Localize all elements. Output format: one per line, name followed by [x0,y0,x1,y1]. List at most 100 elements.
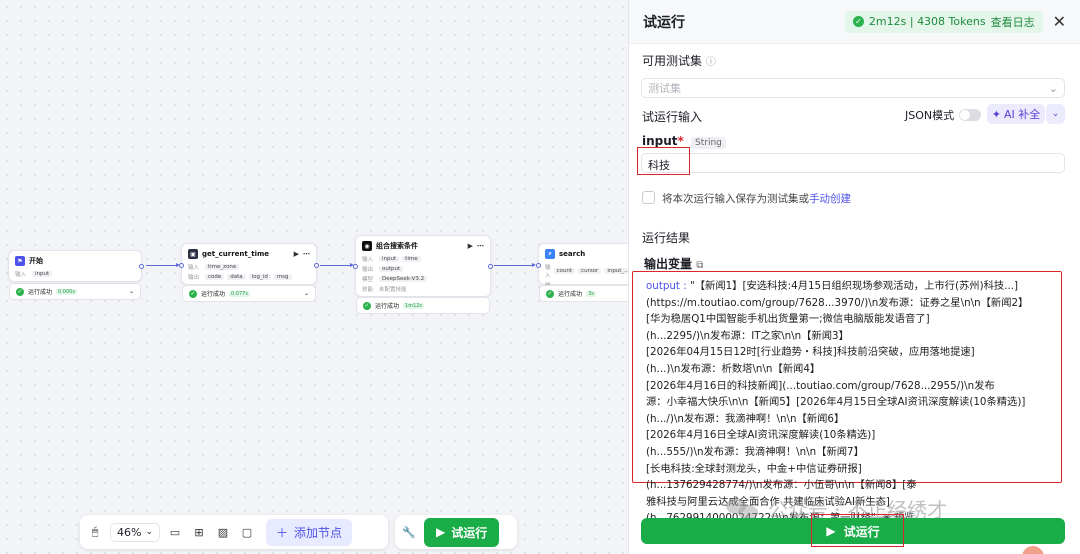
output-port[interactable] [488,264,493,269]
flag-icon: ⚑ [15,256,25,266]
node-combine-search[interactable]: ◉ 组合搜索条件 ▶ ⋯ 输入 input time 输出 output 模型 … [353,235,493,314]
ai-fill-button[interactable]: ✦ AI 补全 [987,104,1045,124]
node-status[interactable]: ✓ 运行成功 0.000s ⌄ [9,283,141,300]
test-set-label: 可用测试集 ⓘ [642,52,716,69]
image-icon[interactable]: ▨ [214,523,232,541]
output-port[interactable] [139,264,144,269]
node-start[interactable]: ⚑ 开始 输入 input ✓ 运行成功 0.000s ⌄ [8,250,144,300]
param-tag: code [205,274,225,280]
model-tag: DeepSeek-V3.2 [379,276,428,282]
save-test-set-checkbox[interactable] [642,191,655,204]
row-label: 输出 [188,275,200,281]
node-title: search [559,250,586,258]
save-text: 将本次运行输入保存为测试集或 [662,193,809,205]
output-line: [华为稳居Q1中国智能手机出货量第一;微信电脑版能发语音了] [646,313,930,326]
node-title: 开始 [29,257,43,265]
row-label: 输入 [188,265,200,271]
sparkle-icon: ✦ [991,107,1001,121]
node-status[interactable]: ✓ 运行成功 0.077s ⌄ [182,285,316,302]
check-icon: ✓ [189,289,197,298]
output-line: [2026年4月16日全球AI资讯深度解读(10条精选)] [646,429,876,442]
output-var-text: 输出变量 [644,257,693,271]
ai-fill-label: AI 补全 [1003,108,1041,121]
param-tag: log_id [248,274,271,280]
node-get-current-time[interactable]: ▣ get_current_time ▶ ⋯ 输入 time_zone 输出 c… [179,243,319,302]
output-key: output : [646,280,687,292]
mouse-icon[interactable]: 🖱 [86,523,104,541]
run-status-badge: ✓ 2m12s | 4308 Tokens 查看日志 [844,10,1043,33]
input-param-label: input* String [642,134,726,149]
plugin-icon: ▣ [188,249,198,259]
status-text: 运行成功 [28,289,53,296]
input-name: input [642,134,678,148]
output-var-label: 输出变量 ⧉ [644,255,703,272]
output-port[interactable] [314,263,319,268]
test-set-label-text: 可用测试集 [642,54,703,68]
run-toolbar: 🔧 ▶ 试运行 [395,515,517,549]
param-tag: count [553,268,576,274]
manual-create-link[interactable]: 手动创建 [809,193,851,205]
info-icon[interactable]: ⓘ [706,57,716,68]
json-mode-switch[interactable] [959,109,982,121]
node-title: get_current_time [202,250,270,258]
output-line: (h...555/)\n发布源：我滴神啊！\n\n【新闻7】 [646,445,864,458]
close-icon[interactable]: ✕ [1053,12,1066,31]
required-mark: * [677,134,684,148]
zoom-select[interactable]: 46% ⌄ [110,522,160,542]
param-tag: cursor [578,268,602,274]
comment-icon[interactable]: ▭ [166,523,184,541]
add-node-button[interactable]: ＋ 添加节点 [266,518,353,546]
more-icon[interactable]: ⋯ [477,242,484,250]
copy-icon[interactable]: ⧉ [696,260,703,271]
output-line: [2026年4月16日的科技新闻](...toutiao.com/group/7… [646,379,995,392]
workflow-canvas[interactable]: ⚑ 开始 输入 input ✓ 运行成功 0.000s ⌄ ▣ get_curr… [0,0,638,554]
minimap-icon[interactable]: ▢ [238,523,256,541]
ai-fill-dropdown[interactable]: ⌄ [1046,104,1065,124]
status-text: 运行成功 [558,291,583,298]
row-label: 输出 [362,267,374,273]
input-field[interactable]: 科技 [641,153,1065,173]
row-label: 技能 [362,287,374,293]
check-icon: ✓ [16,287,24,296]
row-label: 模型 [362,277,374,283]
node-search[interactable]: ⌕ search 输入 count cursor input_... 输出 er… [536,243,638,302]
param-tag: time_zone [205,264,240,270]
type-badge: String [691,137,726,149]
play-icon[interactable]: ▶ [468,242,473,250]
chevron-down-icon[interactable]: ⌄ [129,288,134,295]
node-status[interactable]: ✓ 运行成功 1m12s [356,297,490,314]
view-log-link[interactable]: 查看日志 [991,14,1035,30]
wrench-icon[interactable]: 🔧 [400,523,418,541]
param-tag: time [402,256,421,262]
input-port[interactable] [536,263,541,268]
row-label: 输入 [545,265,551,279]
status-text: 运行成功 [201,291,226,298]
result-label: 运行结果 [642,231,691,245]
trial-run-button[interactable]: ▶ 试运行 [424,517,500,547]
input-port[interactable] [179,263,184,268]
play-icon[interactable]: ▶ [294,250,299,258]
output-line: 雅科技与阿里云达成全面合作 共建临床试验AI新生态] [646,495,890,508]
chevron-down-icon[interactable]: ⌄ [304,290,309,297]
test-set-select[interactable]: 测试集 ⌄ [641,78,1065,98]
json-mode-toggle[interactable]: JSON模式 [905,107,982,123]
trial-run-label: 试运行 [451,525,488,540]
search-icon: ⌕ [545,249,555,259]
node-status[interactable]: ✓ 运行成功 3s [539,285,638,302]
more-icon[interactable]: ⋯ [303,250,310,258]
input-port[interactable] [353,264,358,269]
chevron-down-icon: ⌄ [1051,109,1060,119]
output-value: output : "【新闻1】[安选科技:4月15日组织现场参观活动，上市行(苏… [646,278,1056,528]
node-title: 组合搜索条件 [376,242,418,250]
output-line: (h...2295/)\n发布源：IT之家\n\n【新闻3】 [646,329,849,342]
layout-icon[interactable]: ⊞ [190,523,208,541]
chevron-down-icon: ⌄ [1048,81,1058,95]
run-button-highlight [811,514,904,547]
param-tag: data [227,274,246,280]
select-placeholder: 测试集 [648,82,681,95]
status-text: 运行成功 [375,303,400,310]
param-tag: input [32,271,53,277]
output-line: [长电科技:全球封测龙头，中金+中信证券研报] [646,462,862,475]
duration-badge: 1m12s [403,302,425,309]
edge-time-to-combine [320,263,354,267]
